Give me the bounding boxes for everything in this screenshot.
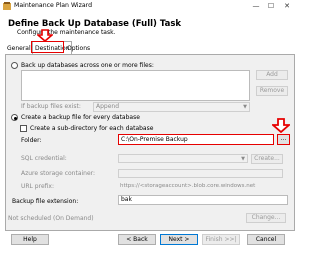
app-icon	[3, 2, 11, 10]
tab-general[interactable]: General	[5, 43, 33, 54]
create-credential-button[interactable]: Create...	[251, 154, 283, 164]
backup-files-list[interactable]	[21, 70, 250, 101]
tab-strip: General Destination Options	[5, 41, 125, 55]
close-button[interactable]: ✕	[281, 1, 293, 11]
cancel-button[interactable]: Cancel	[247, 234, 285, 245]
url-prefix-value[interactable]: https://<storageaccount>.blob.core.windo…	[120, 183, 255, 189]
schedule-text: Not scheduled (On Demand)	[8, 215, 94, 222]
annotation-arrow-folder	[272, 118, 290, 133]
if-exists-select[interactable]: Append ▼	[93, 102, 250, 112]
change-schedule-button[interactable]: Change...	[246, 213, 286, 223]
next-button[interactable]: Next >	[160, 234, 198, 245]
back-button[interactable]: < Back	[118, 234, 156, 245]
folder-input[interactable]: C:\On-Premise Backup	[118, 134, 274, 145]
folder-label: Folder:	[21, 137, 42, 144]
across-files-radio[interactable]	[11, 62, 18, 69]
sql-credential-select[interactable]: ▼	[118, 154, 248, 163]
azure-container-input[interactable]	[118, 169, 283, 178]
browse-button[interactable]: ...	[277, 134, 290, 145]
create-file-radio[interactable]	[11, 114, 18, 121]
url-prefix-label: URL prefix:	[21, 183, 54, 190]
extension-input[interactable]: bak	[118, 195, 288, 205]
subdir-checkbox[interactable]	[20, 125, 27, 132]
create-file-label: Create a backup file for every database	[21, 114, 140, 121]
tab-options[interactable]: Options	[65, 43, 92, 54]
extension-label: Backup file extension:	[12, 198, 79, 205]
page-title: Define Back Up Database (Full) Task	[8, 19, 182, 29]
minimize-button[interactable]: —	[250, 1, 262, 11]
chevron-down-icon: ▼	[241, 156, 245, 162]
if-exists-label: If backup files exist:	[21, 103, 81, 110]
chevron-down-icon: ▼	[243, 104, 247, 110]
window-title: Maintenance Plan Wizard	[14, 2, 93, 9]
annotation-box-tab	[31, 41, 64, 53]
across-files-label: Back up databases across one or more fil…	[21, 62, 154, 69]
azure-container-label: Azure storage container:	[21, 170, 96, 177]
page-subtitle: Configure the maintenance task.	[17, 29, 116, 36]
sql-credential-label: SQL credential:	[21, 155, 67, 162]
help-button[interactable]: Help	[11, 234, 49, 245]
annotation-arrow-tab	[37, 29, 53, 42]
add-button[interactable]: Add	[256, 70, 288, 80]
remove-button[interactable]: Remove	[256, 86, 288, 96]
maximize-button[interactable]: ☐	[265, 1, 277, 11]
if-exists-value: Append	[96, 103, 120, 110]
subdir-label: Create a sub-directory for each database	[30, 125, 154, 132]
finish-button[interactable]: Finish >>|	[202, 234, 240, 245]
